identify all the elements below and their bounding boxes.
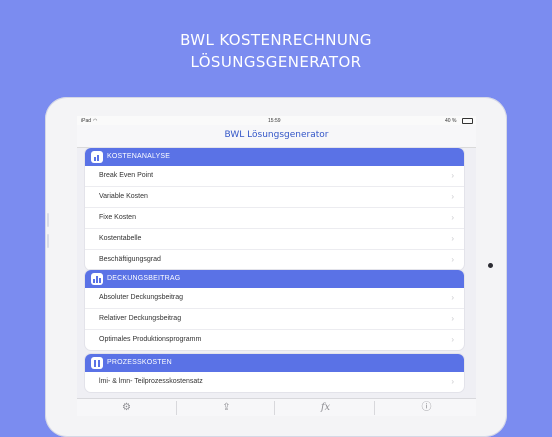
tab-bar: ⚙ ⇪ fx ⓘ xyxy=(77,398,476,416)
app-screen: iPad ◠ 15:59 40 % BWL Lösungsgenerator K… xyxy=(77,116,476,416)
chevron-right-icon: › xyxy=(451,293,454,302)
document-chart-icon xyxy=(91,151,103,163)
list-item-kostentabelle[interactable]: Kostentabelle › xyxy=(85,229,464,250)
chevron-right-icon: › xyxy=(451,255,454,264)
list-item-absoluter-deckungsbeitrag[interactable]: Absoluter Deckungsbeitrag › xyxy=(85,288,464,309)
battery-icon xyxy=(462,118,473,124)
list-item-teilprozesskostensatz[interactable]: lmi- & lmn- Teilprozesskostensatz › xyxy=(85,372,464,392)
time-label: 15:59 xyxy=(268,118,281,124)
chevron-right-icon: › xyxy=(451,171,454,180)
tab-divider xyxy=(274,401,275,415)
wifi-icon: ◠ xyxy=(93,118,98,124)
list-item-break-even-point[interactable]: Break Even Point › xyxy=(85,166,464,187)
promo-title-line-2: LÖSUNGSGENERATOR xyxy=(190,53,362,71)
chevron-right-icon: › xyxy=(451,213,454,222)
section-deckungsbeitrag: DECKUNGSBEITRAG Absoluter Deckungsbeitra… xyxy=(85,270,464,350)
section-header: KOSTENANALYSE xyxy=(85,148,464,166)
volume-down-button xyxy=(47,234,49,248)
section-title: PROZESSKOSTEN xyxy=(107,359,172,366)
list-item-relativer-deckungsbeitrag[interactable]: Relativer Deckungsbeitrag › xyxy=(85,309,464,330)
gear-icon[interactable]: ⚙ xyxy=(77,399,176,416)
share-icon[interactable]: ⇪ xyxy=(177,399,276,416)
chevron-right-icon: › xyxy=(451,234,454,243)
section-prozesskosten: PROZESSKOSTEN lmi- & lmn- Teilprozesskos… xyxy=(85,354,464,392)
camera-icon xyxy=(488,263,493,268)
section-title: DECKUNGSBEITRAG xyxy=(107,275,181,282)
list-item-optimales-produktionsprogramm[interactable]: Optimales Produktionsprogramm › xyxy=(85,330,464,350)
list-item-fixe-kosten[interactable]: Fixe Kosten › xyxy=(85,208,464,229)
promo-title-line-1: BWL KOSTENRECHNUNG xyxy=(180,31,372,49)
chevron-right-icon: › xyxy=(451,377,454,386)
list-item-variable-kosten[interactable]: Variable Kosten › xyxy=(85,187,464,208)
section-header: DECKUNGSBEITRAG xyxy=(85,270,464,288)
bar-chart-icon xyxy=(91,273,103,285)
list-item-beschaeftigungsgrad[interactable]: Beschäftigungsgrad › xyxy=(85,250,464,270)
section-header: PROZESSKOSTEN xyxy=(85,354,464,372)
chevron-right-icon: › xyxy=(451,335,454,344)
status-bar: iPad ◠ 15:59 40 % xyxy=(77,116,476,125)
function-icon[interactable]: fx xyxy=(276,399,375,416)
navigation-bar: BWL Lösungsgenerator xyxy=(77,125,476,148)
nav-title: BWL Lösungsgenerator xyxy=(224,130,329,140)
sections-list[interactable]: KOSTENANALYSE Break Even Point › Variable… xyxy=(77,148,476,398)
chevron-right-icon: › xyxy=(451,314,454,323)
volume-up-button xyxy=(47,213,49,227)
battery-label: 40 % xyxy=(445,118,457,124)
section-title: KOSTENANALYSE xyxy=(107,153,171,160)
section-kostenanalyse: KOSTENANALYSE Break Even Point › Variable… xyxy=(85,148,464,270)
chevron-right-icon: › xyxy=(451,192,454,201)
tab-divider xyxy=(374,401,375,415)
process-icon xyxy=(91,357,103,369)
info-icon[interactable]: ⓘ xyxy=(377,399,476,416)
carrier-label: iPad xyxy=(81,118,92,124)
